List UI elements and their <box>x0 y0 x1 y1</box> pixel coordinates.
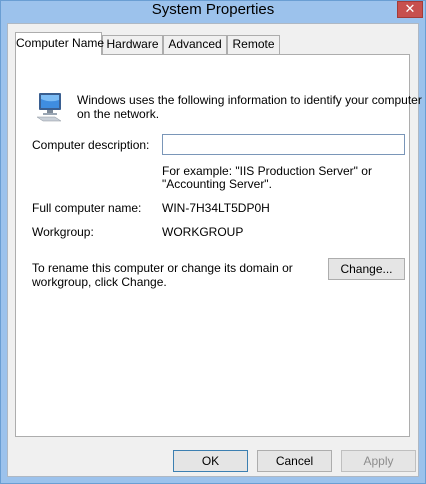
title-bar[interactable]: System Properties ✕ <box>1 1 425 23</box>
example-text-line2: "Accounting Server". <box>162 177 272 191</box>
intro-text-line2: on the network. <box>77 107 160 121</box>
tab-hardware[interactable]: Hardware <box>102 35 163 54</box>
ok-button[interactable]: OK <box>173 450 248 472</box>
tab-label: Remote <box>232 37 275 51</box>
tab-label: Hardware <box>106 37 159 51</box>
cancel-button[interactable]: Cancel <box>257 450 332 472</box>
computer-description-input[interactable] <box>162 134 405 155</box>
dialog-client-area: Computer Name Hardware Advanced Remote W… <box>7 23 422 477</box>
tab-label: Computer Name <box>16 36 105 50</box>
system-properties-window: System Properties ✕ Computer Name Hardwa… <box>0 0 426 484</box>
apply-button[interactable]: Apply <box>341 450 416 472</box>
full-computer-name-label: Full computer name: <box>32 201 142 215</box>
tab-label: Advanced <box>168 37 222 51</box>
workgroup-value: WORKGROUP <box>162 225 244 239</box>
intro-text: Windows uses the following information t… <box>77 93 422 107</box>
window-title: System Properties <box>151 1 275 18</box>
example-text: For example: "IIS Production Server" or <box>162 164 372 178</box>
close-icon: ✕ <box>404 1 416 16</box>
rename-instructions: To rename this computer or change its do… <box>32 261 293 275</box>
rename-instructions-line2: workgroup, click Change. <box>32 275 167 289</box>
tab-advanced[interactable]: Advanced <box>163 35 227 54</box>
computer-name-panel: Windows uses the following information t… <box>15 54 422 437</box>
tab-computer-name[interactable]: Computer Name <box>15 32 105 55</box>
close-button[interactable]: ✕ <box>397 1 423 18</box>
workgroup-label: Workgroup: <box>32 225 94 239</box>
change-button[interactable]: Change... <box>328 258 405 280</box>
tab-remote[interactable]: Remote <box>227 35 280 54</box>
computer-monitor-icon <box>35 91 67 123</box>
computer-description-label: Computer description: <box>32 138 150 152</box>
full-computer-name-value: WIN-7H34LT5DP0H <box>162 201 270 215</box>
